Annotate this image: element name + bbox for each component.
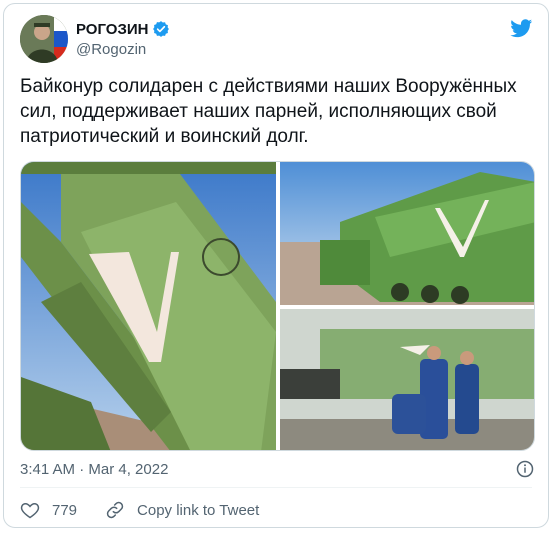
verified-badge-icon xyxy=(153,21,170,37)
avatar[interactable] xyxy=(20,15,68,63)
tweet-text: Байконур солидарен с действиями наших Во… xyxy=(20,76,517,147)
photo-3[interactable] xyxy=(280,309,535,451)
tweet-card[interactable]: РОГОЗИН @Rogozin Байконур солидарен с де… xyxy=(3,3,549,528)
tweet-media-grid[interactable] xyxy=(20,161,535,451)
display-name-text[interactable]: РОГОЗИН xyxy=(76,21,148,38)
media-photos[interactable] xyxy=(21,162,535,451)
photo-1[interactable] xyxy=(21,162,276,451)
tweet-timestamp[interactable]: 3:41 AM · Mar 4, 2022 xyxy=(20,461,168,478)
copy-link-button[interactable]: Copy link to Tweet xyxy=(105,500,259,520)
info-icon[interactable] xyxy=(516,460,534,478)
twitter-bird-icon[interactable] xyxy=(509,17,534,39)
tweet-actions: 779 Copy link to Tweet xyxy=(20,500,259,520)
like-button[interactable]: 779 xyxy=(20,500,77,520)
user-handle[interactable]: @Rogozin xyxy=(76,41,146,58)
display-name[interactable]: РОГОЗИН xyxy=(76,20,170,38)
photo-2[interactable] xyxy=(280,162,535,305)
copy-link-label: Copy link to Tweet xyxy=(137,501,260,519)
divider xyxy=(20,487,532,488)
link-icon xyxy=(106,501,124,519)
like-count: 779 xyxy=(52,501,78,519)
heart-icon xyxy=(20,502,40,519)
